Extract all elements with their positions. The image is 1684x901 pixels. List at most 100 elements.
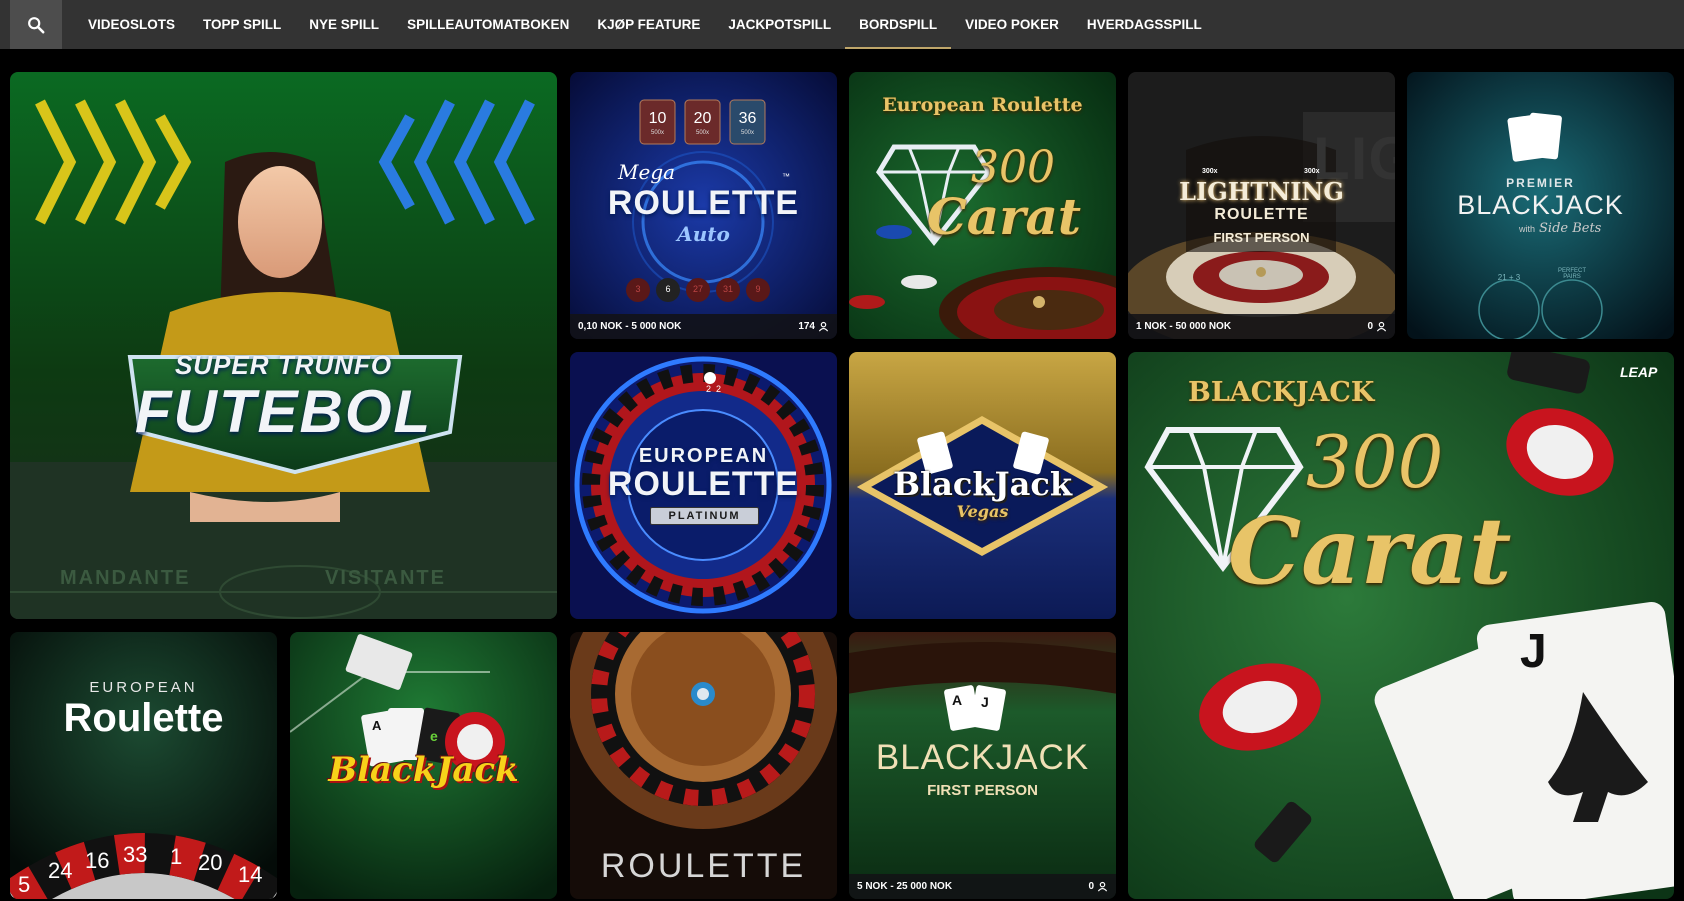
game-tile-roulette[interactable]: ROULETTE	[570, 632, 837, 899]
bet-limits: 0,10 NOK - 5 000 NOK	[578, 321, 682, 332]
nav-tab-videoslots[interactable]: VIDEOSLOTS	[74, 0, 189, 49]
game-artwork	[10, 72, 557, 619]
card-rank: A	[372, 718, 382, 733]
card-rank: A	[952, 692, 963, 708]
nav-tab-video-poker[interactable]: VIDEO POKER	[951, 0, 1073, 49]
wheel-number: 33	[123, 842, 148, 867]
field-label-home: MANDANTE	[60, 567, 191, 589]
game-subtitle: Vegas	[956, 502, 1009, 521]
result-number: 6	[665, 284, 671, 294]
game-title: ROULETTE	[600, 847, 807, 885]
multiplier-1: 10	[648, 110, 667, 127]
game-title: BLACKJACK	[1188, 377, 1375, 408]
bet-limits: 1 NOK - 50 000 NOK	[1136, 321, 1232, 332]
user-icon	[1097, 881, 1108, 892]
nav-tab-topp-spill[interactable]: TOPP SPILL	[189, 0, 295, 49]
wheel-number: 5	[18, 872, 31, 897]
game-tile-blackjack-vegas[interactable]: BlackJack Vegas	[849, 352, 1116, 619]
top-navigation: VIDEOSLOTS TOPP SPILL NYE SPILL SPILLEAUTOM…	[0, 0, 1684, 49]
multiplier-right: 300x	[1304, 168, 1320, 175]
game-word: Carat	[927, 187, 1082, 246]
result-number: 9	[755, 284, 761, 294]
game-title: BlackJack	[892, 465, 1073, 503]
first-person-label: FIRST PERSON	[927, 782, 1038, 799]
game-tile-premier-blackjack[interactable]: PREMIER BLACKJACK with Side Bets 21 + 3 …	[1407, 72, 1674, 339]
card-rank: J	[1520, 625, 1547, 678]
user-icon	[1376, 321, 1387, 332]
multiplier-sub-2: 500x	[695, 130, 709, 136]
multiplier-3: 36	[738, 110, 757, 127]
nav-tab-hverdagsspill[interactable]: HVERDAGSSPILL	[1073, 0, 1216, 49]
result-number: 3	[635, 284, 641, 294]
game-tile-european-roulette-300-carat[interactable]: European Roulette 300 Carat	[849, 72, 1116, 339]
nav-tab-nye-spill[interactable]: NYE SPILL	[295, 0, 393, 49]
wheel-number: 16	[85, 848, 110, 873]
trademark: ™	[782, 172, 790, 181]
game-title: BLACKJACK	[875, 738, 1090, 777]
game-subtitle: Auto	[677, 222, 730, 246]
game-side-bets: Side Bets	[1539, 221, 1602, 236]
game-tile-lightning-roulette-first-person[interactable]: LIGHT 300x 300x LIGHTNING ROULETTE FIRST…	[1128, 72, 1395, 339]
game-number: 300	[1306, 420, 1444, 504]
player-count: 0	[1088, 881, 1108, 892]
wheel-number: 1	[170, 844, 183, 869]
side-bet-1: 21 + 3	[1497, 273, 1521, 282]
game-tile-european-roulette-platinum[interactable]: 2 2 EUROPEAN ROULETTE PLATINUM	[570, 352, 837, 619]
game-title: BlackJack	[328, 750, 519, 790]
game-title-line2: ROULETTE	[607, 465, 800, 503]
wheel-number: 24	[48, 858, 73, 883]
multiplier-sub-1: 500x	[650, 130, 664, 136]
wheel-number: 20	[198, 850, 223, 875]
game-word: Carat	[1228, 497, 1512, 605]
nav-tab-bordspill[interactable]: BORDSPILL	[845, 0, 952, 49]
game-subtitle: ROULETTE	[1214, 206, 1309, 223]
game-prefix: PREMIER	[1506, 176, 1575, 190]
game-tile-blackjack-first-person[interactable]: A J BLACKJACK FIRST PERSON 5 NOK - 25 00…	[849, 632, 1116, 899]
game-title: European Roulette	[882, 94, 1083, 116]
provider-logo: LEAP	[1620, 364, 1658, 380]
game-info-bar: 0,10 NOK - 5 000 NOK 174	[570, 314, 837, 339]
provider-chip: e	[430, 728, 438, 744]
game-info-bar: 1 NOK - 50 000 NOK 0	[1128, 314, 1395, 339]
game-brand: Mega	[618, 160, 676, 184]
multiplier-sub-3: 500x	[740, 130, 754, 136]
game-title: ROULETTE	[607, 184, 800, 222]
player-count-value: 174	[798, 321, 815, 332]
game-tile-blackjack[interactable]: A e BlackJack	[290, 632, 557, 899]
player-count: 0	[1367, 321, 1387, 332]
search-icon	[28, 16, 45, 33]
category-tabs: VIDEOSLOTS TOPP SPILL NYE SPILL SPILLEAUTOM…	[74, 0, 1216, 49]
nav-tab-spilleautomatboken[interactable]: SPILLEAUTOMATBOKEN	[393, 0, 583, 49]
user-icon	[818, 321, 829, 332]
field-label-away: VISITANTE	[325, 567, 446, 589]
wheel-number: 14	[238, 862, 263, 887]
game-tile-mega-roulette-auto[interactable]: 10 20 36 500x 500x 500x Mega ROULETTE ™ …	[570, 72, 837, 339]
multiplier-left: 300x	[1202, 168, 1218, 175]
wheel-number-strip: 5 24 16 33 1 20 14	[10, 842, 277, 897]
game-title: BLACKJACK	[1457, 190, 1624, 220]
game-title: LIGHTNING	[1179, 177, 1344, 206]
wheel-number: 2	[716, 384, 722, 394]
multiplier-2: 20	[693, 110, 712, 127]
game-tile-blackjack-300-carat[interactable]: LEAP BLACKJACK 300 Carat J	[1128, 352, 1674, 899]
result-number: 31	[722, 284, 733, 294]
game-tile-super-trunfo-futebol[interactable]: SUPER TRUNFO FUTEBOL MANDANTE VISITANTE	[10, 72, 557, 619]
result-number: 27	[692, 284, 703, 294]
player-count: 174	[798, 321, 829, 332]
bet-limits: 5 NOK - 25 000 NOK	[857, 881, 953, 892]
game-number: 300	[971, 142, 1055, 193]
player-count-value: 0	[1367, 321, 1373, 332]
game-badge: PLATINUM	[650, 507, 759, 525]
wheel-number: 2	[706, 384, 712, 394]
game-tile-european-roulette[interactable]: EUROPEAN Roulette 5 24 16 33 1 20 14	[10, 632, 277, 899]
card-rank: J	[981, 694, 989, 710]
search-button[interactable]	[10, 0, 62, 49]
game-title: Roulette	[63, 696, 224, 740]
first-person-label: FIRST PERSON	[1213, 230, 1310, 245]
side-bet-2: PERFECT PAIRS	[1557, 268, 1586, 280]
nav-tab-jackpotspill[interactable]: JACKPOTSPILL	[714, 0, 845, 49]
game-info-bar: 5 NOK - 25 000 NOK 0	[849, 874, 1116, 899]
nav-tab-kjøp-feature[interactable]: KJØP FEATURE	[583, 0, 714, 49]
game-title-line2: FUTEBOL	[134, 378, 433, 445]
player-count-value: 0	[1088, 881, 1094, 892]
